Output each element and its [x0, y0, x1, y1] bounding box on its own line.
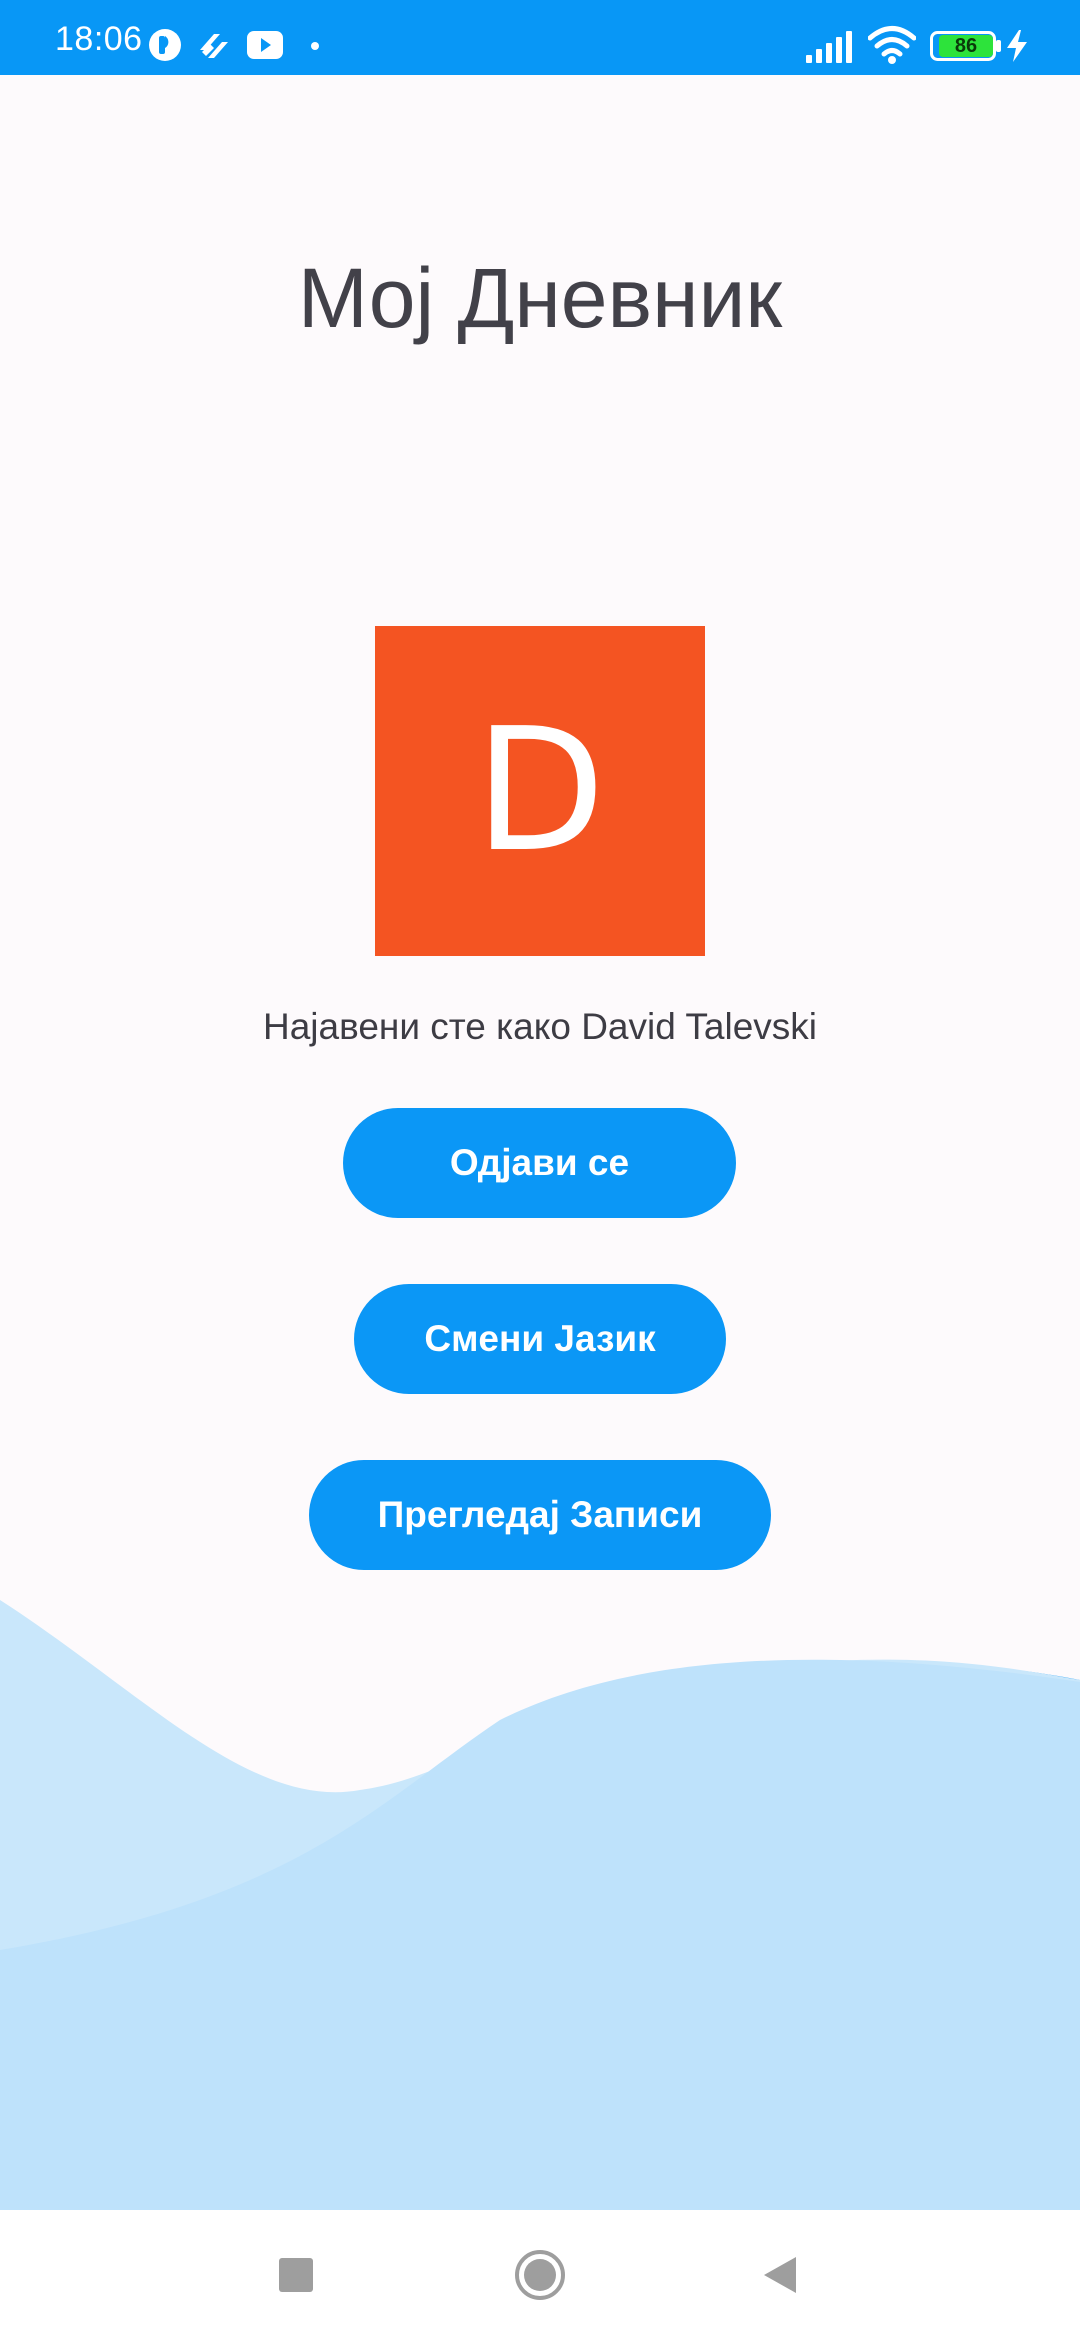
navigation-bar	[0, 2210, 1080, 2340]
back-icon	[764, 2257, 796, 2293]
wifi-icon	[868, 26, 916, 64]
recents-button[interactable]	[236, 2210, 356, 2340]
login-status-text: Најавени сте како David Talevski	[262, 1006, 818, 1047]
youtube-icon	[247, 31, 283, 59]
notification-app-icon	[200, 34, 228, 58]
view-entries-button[interactable]: Прегледај Записи	[309, 1460, 771, 1570]
avatar-letter: D	[474, 692, 606, 890]
recents-icon	[279, 2258, 313, 2292]
notification-app-icon	[149, 29, 181, 61]
more-notifications-dot	[311, 42, 319, 50]
status-bar: 18:06 86	[0, 0, 1080, 75]
signal-icon	[806, 31, 852, 63]
charging-icon	[1007, 30, 1027, 62]
avatar: D	[375, 626, 705, 956]
change-language-button[interactable]: Смени Јазик	[354, 1284, 726, 1394]
page-title: Мој Дневник	[297, 251, 783, 345]
back-button[interactable]	[720, 2210, 840, 2340]
battery-level: 86	[939, 35, 993, 57]
decorative-waves	[0, 1600, 1080, 2210]
logout-button[interactable]: Одјави се	[343, 1108, 736, 1218]
home-button[interactable]	[480, 2210, 600, 2340]
home-icon	[515, 2250, 565, 2300]
status-time: 18:06	[55, 20, 143, 58]
